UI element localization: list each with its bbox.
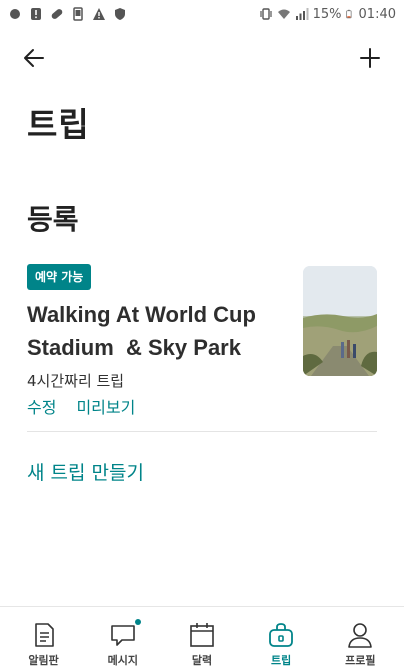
nav-item-trips[interactable]: 트립 [246,607,316,671]
profile-icon [348,623,373,648]
phone-icon [73,7,83,21]
vibrate-icon [260,8,272,20]
trip-photo [303,266,377,376]
pill-icon [51,9,63,19]
trip-name-line-1: Walking At World Cup [27,302,256,327]
nav-item-profile[interactable]: 프로필 [325,607,395,671]
calendar-icon [190,623,214,647]
add-trip-button[interactable] [356,44,384,72]
plus-icon [360,48,380,68]
status-badge: 예약 가능 [27,264,92,290]
clock: 01:40 [358,6,396,22]
dot-icon [10,9,20,19]
app-bar [0,38,404,78]
signal-icon [295,8,309,20]
status-bar: 15% 01:40 [0,0,404,28]
status-left-icons [8,7,127,21]
battery-icon [345,9,352,19]
nav-label-inbox: 알림판 [28,654,59,667]
nav-label-messages: 메시지 [107,654,138,667]
preview-link[interactable]: 미리보기 [76,394,135,418]
trip-name-line-2: Stadium & Sky Park [27,335,241,360]
document-icon [34,623,54,647]
arrow-left-icon [24,49,44,67]
chat-icon [110,625,135,646]
wifi-icon [277,9,290,19]
nav-item-calendar[interactable]: 달력 [167,607,237,671]
warning-icon [93,8,105,20]
bottom-nav: 알림판 메시지 달력 트립 프로필 [0,606,404,671]
alert-icon [31,8,41,20]
create-trip-link[interactable]: 새 트립 만들기 [27,458,144,485]
trip-actions: 수정 미리보기 [27,394,135,418]
bag-icon [269,623,294,647]
nav-item-inbox[interactable]: 알림판 [9,607,79,671]
section-title: 등록 [27,203,79,236]
battery-percent: 15% [312,6,342,22]
trip-duration: 4시간짜리 트립 [27,372,125,390]
nav-item-messages[interactable]: 메시지 [88,607,158,671]
page-title: 트립 [27,105,90,144]
trip-name: Walking At World Cup Stadium & Sky Park [27,298,289,364]
nav-label-profile: 프로필 [345,654,376,667]
trip-thumbnail[interactable] [303,266,377,376]
unread-dot [134,619,141,625]
nav-label-calendar: 달력 [191,654,213,667]
shield-icon [115,8,125,20]
trip-card[interactable]: 예약 가능 Walking At World Cup Stadium & Sky… [27,264,377,432]
back-button[interactable] [20,44,48,72]
nav-label-trips: 트립 [271,654,292,667]
status-right: 15% 01:40 [259,7,396,22]
edit-link[interactable]: 수정 [27,394,56,418]
